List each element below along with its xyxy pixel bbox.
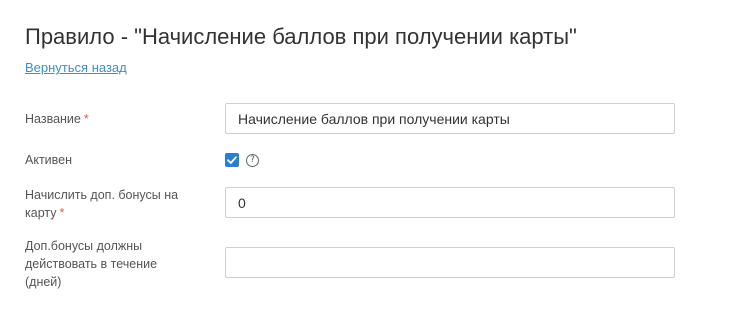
required-mark: * (83, 112, 89, 126)
active-label: Активен (25, 153, 73, 167)
duration-label: Доп.бонусы должны действовать в течение … (25, 237, 205, 291)
name-label-text: Название (25, 112, 81, 126)
duration-label-line3: (дней) (25, 275, 62, 289)
question-circle-icon[interactable]: ? (246, 154, 259, 167)
bonus-input[interactable] (225, 187, 675, 218)
name-label: Название * (25, 110, 205, 128)
back-link[interactable]: Вернуться назад (25, 59, 127, 77)
duration-input[interactable] (225, 247, 675, 278)
name-input[interactable] (225, 103, 675, 134)
duration-label-line1: Доп.бонусы должны (25, 239, 143, 253)
duration-label-line2: действовать в течение (25, 257, 158, 271)
checkmark-icon (227, 156, 237, 164)
page-title: Правило - "Начисление баллов при получен… (25, 24, 577, 49)
active-checkbox[interactable] (225, 153, 239, 167)
required-mark: * (59, 206, 65, 220)
bonus-label: Начислить доп. бонусы на карту * (25, 186, 205, 222)
bonus-label-line2: карту (25, 206, 57, 220)
bonus-label-line1: Начислить доп. бонусы на (25, 188, 179, 202)
